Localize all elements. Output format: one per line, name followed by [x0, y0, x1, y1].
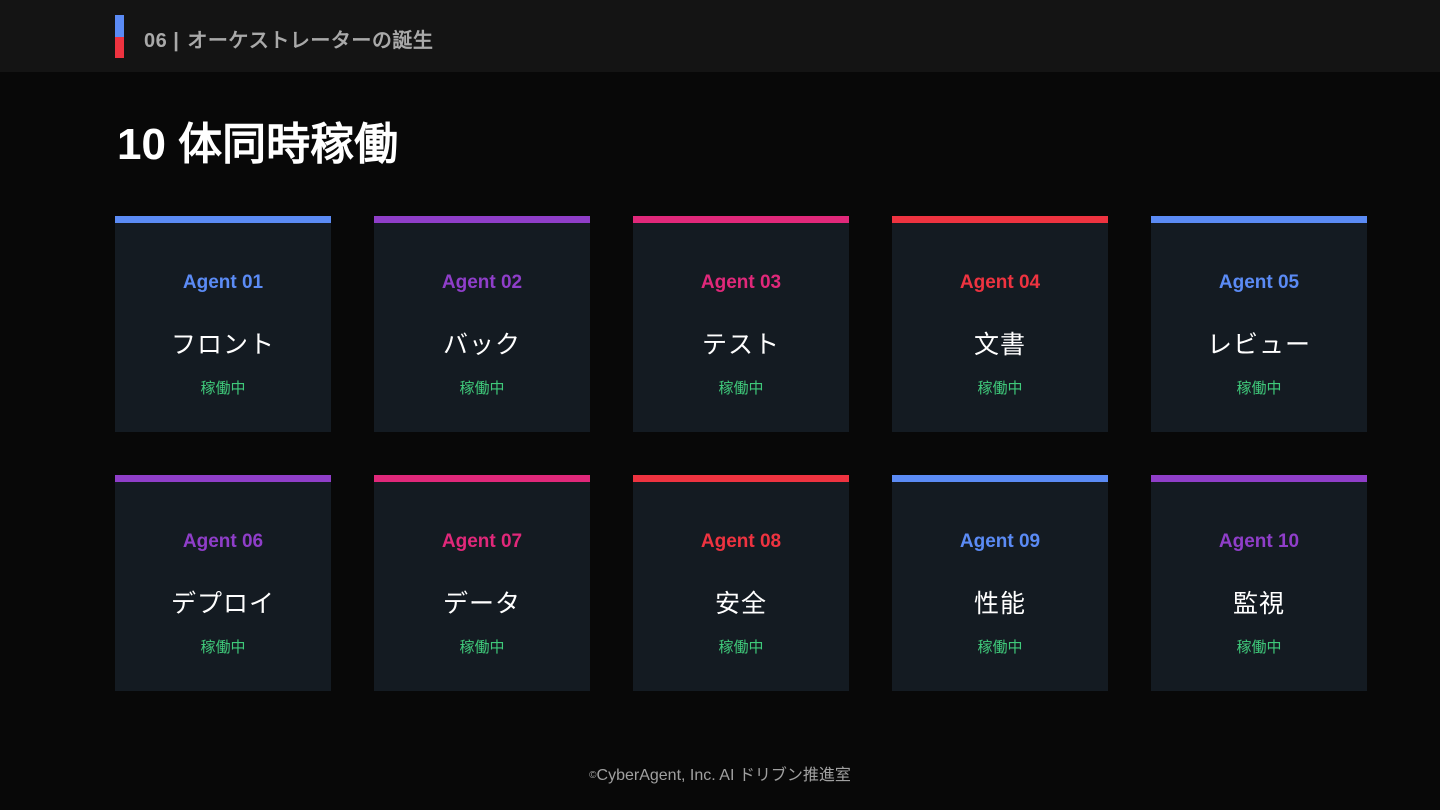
- agent-role: 性能: [973, 590, 1026, 618]
- agent-status: 稼働中: [718, 380, 764, 397]
- agent-name: Agent 10: [1218, 531, 1300, 552]
- slide-header: 06 | オーケストレーターの誕生: [0, 0, 1440, 72]
- agent-role: フロント: [170, 331, 275, 359]
- agent-status: 稼働中: [200, 639, 246, 656]
- agent-card: Agent 01 フロント 稼働中: [115, 216, 331, 432]
- agent-status: 稼働中: [1236, 639, 1282, 656]
- agent-card: Agent 05 レビュー 稼働中: [1151, 216, 1367, 432]
- agent-name: Agent 08: [700, 531, 782, 552]
- page-title: 10 体同時稼働: [117, 120, 399, 169]
- agent-name: Agent 05: [1218, 272, 1300, 293]
- copyright-mark: ©: [589, 770, 597, 781]
- agent-status: 稼働中: [1236, 380, 1282, 397]
- agent-role: 監視: [1232, 590, 1285, 618]
- agent-name: Agent 01: [182, 272, 264, 293]
- agent-name: Agent 09: [959, 531, 1041, 552]
- header-accent-bar: [115, 15, 124, 58]
- agent-card: Agent 09 性能 稼働中: [892, 475, 1108, 691]
- agent-role: テスト: [701, 331, 780, 359]
- agent-name: Agent 04: [959, 272, 1041, 293]
- accent-segment-red: [115, 37, 124, 58]
- agent-card: Agent 04 文書 稼働中: [892, 216, 1108, 432]
- agent-name: Agent 03: [700, 272, 782, 293]
- agent-card: Agent 10 監視 稼働中: [1151, 475, 1367, 691]
- accent-segment-blue: [115, 15, 124, 37]
- agent-grid: Agent 01 フロント 稼働中 Agent 02 バック 稼働中 Agent…: [115, 216, 1367, 691]
- agent-role: 安全: [714, 590, 767, 618]
- agent-name: Agent 07: [441, 531, 523, 552]
- agent-name: Agent 06: [182, 531, 264, 552]
- section-title: オーケストレーターの誕生: [187, 30, 434, 52]
- agent-card: Agent 02 バック 稼働中: [374, 216, 590, 432]
- section-separator: |: [173, 30, 180, 52]
- agent-card: Agent 07 データ 稼働中: [374, 475, 590, 691]
- agent-card: Agent 06 デプロイ 稼働中: [115, 475, 331, 691]
- section-number: 06: [144, 30, 168, 52]
- agent-name: Agent 02: [441, 272, 523, 293]
- agent-status: 稼働中: [718, 639, 764, 656]
- footer-copyright: ©CyberAgent, Inc. AI ドリブン推進室: [0, 761, 1440, 785]
- agent-role: 文書: [973, 331, 1026, 359]
- agent-status: 稼働中: [977, 380, 1023, 397]
- agent-status: 稼働中: [200, 380, 246, 397]
- agent-role: レビュー: [1206, 331, 1311, 359]
- agent-status: 稼働中: [977, 639, 1023, 656]
- agent-status: 稼働中: [459, 380, 505, 397]
- agent-card: Agent 08 安全 稼働中: [633, 475, 849, 691]
- copyright-text: CyberAgent, Inc. AI ドリブン推進室: [596, 767, 851, 784]
- section-heading: 06 | オーケストレーターの誕生: [144, 24, 433, 53]
- agent-card: Agent 03 テスト 稼働中: [633, 216, 849, 432]
- agent-role: デプロイ: [170, 590, 275, 618]
- agent-role: バック: [442, 331, 521, 359]
- agent-role: データ: [442, 590, 521, 618]
- agent-status: 稼働中: [459, 639, 505, 656]
